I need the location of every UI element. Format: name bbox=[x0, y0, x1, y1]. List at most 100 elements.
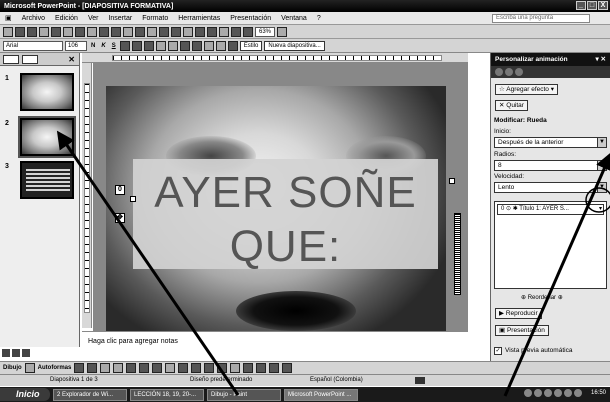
line-style-icon[interactable] bbox=[230, 363, 241, 373]
menu-help[interactable]: ? bbox=[312, 15, 326, 22]
home-icon[interactable] bbox=[515, 68, 523, 76]
help-icon[interactable] bbox=[277, 26, 288, 37]
tray-icon[interactable] bbox=[564, 389, 572, 397]
taskbar-paint[interactable]: Dibujo - Paint bbox=[207, 388, 281, 401]
slideshow-view-icon[interactable] bbox=[22, 349, 30, 357]
oval-icon[interactable] bbox=[113, 363, 124, 373]
notes-pane[interactable]: Haga clic para agregar notas bbox=[82, 331, 468, 347]
select-icon[interactable] bbox=[24, 363, 35, 373]
remove-button[interactable]: ✕ Quitar bbox=[495, 100, 528, 111]
autopreview-checkbox[interactable]: ✓ bbox=[494, 347, 502, 355]
show-formatting-icon[interactable] bbox=[219, 26, 229, 37]
autoshapes-menu[interactable]: Autoformas bbox=[38, 365, 72, 371]
cut-icon[interactable] bbox=[99, 26, 109, 37]
chevron-down-icon[interactable]: ▾ bbox=[599, 205, 602, 214]
font-color-icon[interactable] bbox=[217, 363, 228, 373]
tray-icon[interactable] bbox=[524, 389, 532, 397]
expand-all-icon[interactable] bbox=[207, 26, 217, 37]
tray-icon[interactable] bbox=[534, 389, 542, 397]
chevron-down-icon[interactable]: ▼ bbox=[597, 161, 606, 170]
chevron-down-icon[interactable]: ▼ bbox=[597, 183, 606, 192]
redo-icon[interactable] bbox=[159, 26, 169, 37]
numbering-icon[interactable] bbox=[155, 40, 166, 51]
chevron-down-icon[interactable]: ▼ bbox=[597, 138, 606, 147]
menu-icon[interactable]: ▣ bbox=[0, 14, 17, 22]
menu-insertar[interactable]: Insertar bbox=[103, 15, 137, 22]
menu-edicion[interactable]: Edición bbox=[50, 15, 83, 22]
shadow-button[interactable]: S bbox=[110, 43, 118, 49]
decrease-indent-icon[interactable] bbox=[203, 40, 214, 51]
clipart-icon[interactable] bbox=[165, 363, 176, 373]
font-size-select[interactable]: 106 bbox=[65, 40, 87, 51]
animation-list[interactable]: 0 ⊙ ✱ Título 1: AYER S... ▾ bbox=[494, 201, 607, 289]
tab-outline[interactable] bbox=[3, 54, 19, 64]
arrow-icon[interactable] bbox=[87, 363, 98, 373]
picture-icon[interactable] bbox=[178, 363, 189, 373]
font-select[interactable]: Arial bbox=[3, 40, 63, 51]
menu-presentacion[interactable]: Presentación bbox=[225, 15, 276, 22]
slide-thumbnail-3[interactable] bbox=[20, 161, 74, 199]
slide-scrollbar[interactable] bbox=[454, 213, 461, 295]
animation-list-item[interactable]: 0 ⊙ ✱ Título 1: AYER S... ▾ bbox=[497, 204, 604, 215]
spelling-icon[interactable] bbox=[75, 26, 85, 37]
play-button[interactable]: ▶ Reproducir bbox=[495, 308, 542, 319]
line-color-icon[interactable] bbox=[204, 363, 215, 373]
tables-borders-icon[interactable] bbox=[195, 26, 205, 37]
move-handle-icon[interactable]: ✥ bbox=[115, 213, 125, 223]
bold-button[interactable]: N bbox=[89, 43, 97, 49]
print-icon[interactable] bbox=[51, 26, 61, 37]
draw-menu[interactable]: Dibujo bbox=[3, 365, 22, 371]
diagram-icon[interactable] bbox=[152, 363, 163, 373]
taskbar-word[interactable]: LECCIÓN 18, 19, 20-... bbox=[130, 388, 204, 401]
slideshow-button[interactable]: ▣ Presentación bbox=[495, 325, 549, 336]
maximize-button[interactable]: □ bbox=[587, 1, 597, 10]
textbox-icon[interactable] bbox=[126, 363, 137, 373]
menu-herramientas[interactable]: Herramientas bbox=[173, 15, 225, 22]
paste-icon[interactable] bbox=[123, 26, 133, 37]
bullets-icon[interactable] bbox=[167, 40, 178, 51]
design-button[interactable]: Estilo bbox=[239, 40, 263, 51]
close-pane-icon[interactable]: ✕ bbox=[68, 55, 75, 64]
new-icon[interactable] bbox=[3, 26, 13, 37]
close-button[interactable]: X bbox=[598, 1, 608, 10]
slide-thumbnail-2[interactable] bbox=[18, 116, 76, 158]
start-button[interactable]: Inicio bbox=[0, 388, 50, 401]
slide-title[interactable]: AYER SOÑE QUE: bbox=[133, 166, 438, 274]
taskbar-explorer[interactable]: 2 Explorador de Wi... bbox=[53, 388, 127, 401]
back-icon[interactable] bbox=[495, 68, 503, 76]
animation-order-tag[interactable]: 0 bbox=[115, 185, 125, 195]
menu-formato[interactable]: Formato bbox=[137, 15, 173, 22]
resize-handle[interactable] bbox=[130, 196, 136, 202]
new-slide-button[interactable]: Nueva diapositiva... bbox=[264, 40, 325, 51]
decrease-font-icon[interactable] bbox=[191, 40, 202, 51]
rectangle-icon[interactable] bbox=[100, 363, 111, 373]
resize-handle[interactable] bbox=[449, 178, 455, 184]
align-right-icon[interactable] bbox=[143, 40, 154, 51]
speed-select[interactable]: Lento ▼ bbox=[494, 182, 607, 193]
color-grayscale-icon[interactable] bbox=[243, 26, 253, 37]
grid-icon[interactable] bbox=[231, 26, 241, 37]
menu-ver[interactable]: Ver bbox=[83, 15, 104, 22]
slide-thumbnail-1[interactable] bbox=[20, 73, 74, 111]
wordart-icon[interactable] bbox=[139, 363, 150, 373]
3d-style-icon[interactable] bbox=[282, 363, 293, 373]
fill-color-icon[interactable] bbox=[191, 363, 202, 373]
undo-icon[interactable] bbox=[147, 26, 157, 37]
reorder-control[interactable]: ⊕ Reordenar ⊕ bbox=[521, 294, 563, 301]
tab-slides[interactable] bbox=[22, 54, 38, 64]
align-center-icon[interactable] bbox=[131, 40, 142, 51]
increase-indent-icon[interactable] bbox=[215, 40, 226, 51]
minimize-button[interactable]: _ bbox=[576, 1, 586, 10]
tray-icon[interactable] bbox=[574, 389, 582, 397]
preview-icon[interactable] bbox=[63, 26, 73, 37]
tray-icon[interactable] bbox=[554, 389, 562, 397]
menu-ventana[interactable]: Ventana bbox=[276, 15, 312, 22]
increase-font-icon[interactable] bbox=[179, 40, 190, 51]
save-icon[interactable] bbox=[27, 26, 37, 37]
research-icon[interactable] bbox=[87, 26, 97, 37]
normal-view-icon[interactable] bbox=[2, 349, 10, 357]
permission-icon[interactable] bbox=[39, 26, 49, 37]
table-icon[interactable] bbox=[183, 26, 193, 37]
arrow-style-icon[interactable] bbox=[256, 363, 267, 373]
taskbar-powerpoint[interactable]: Microsoft PowerPoint ... bbox=[284, 388, 358, 401]
